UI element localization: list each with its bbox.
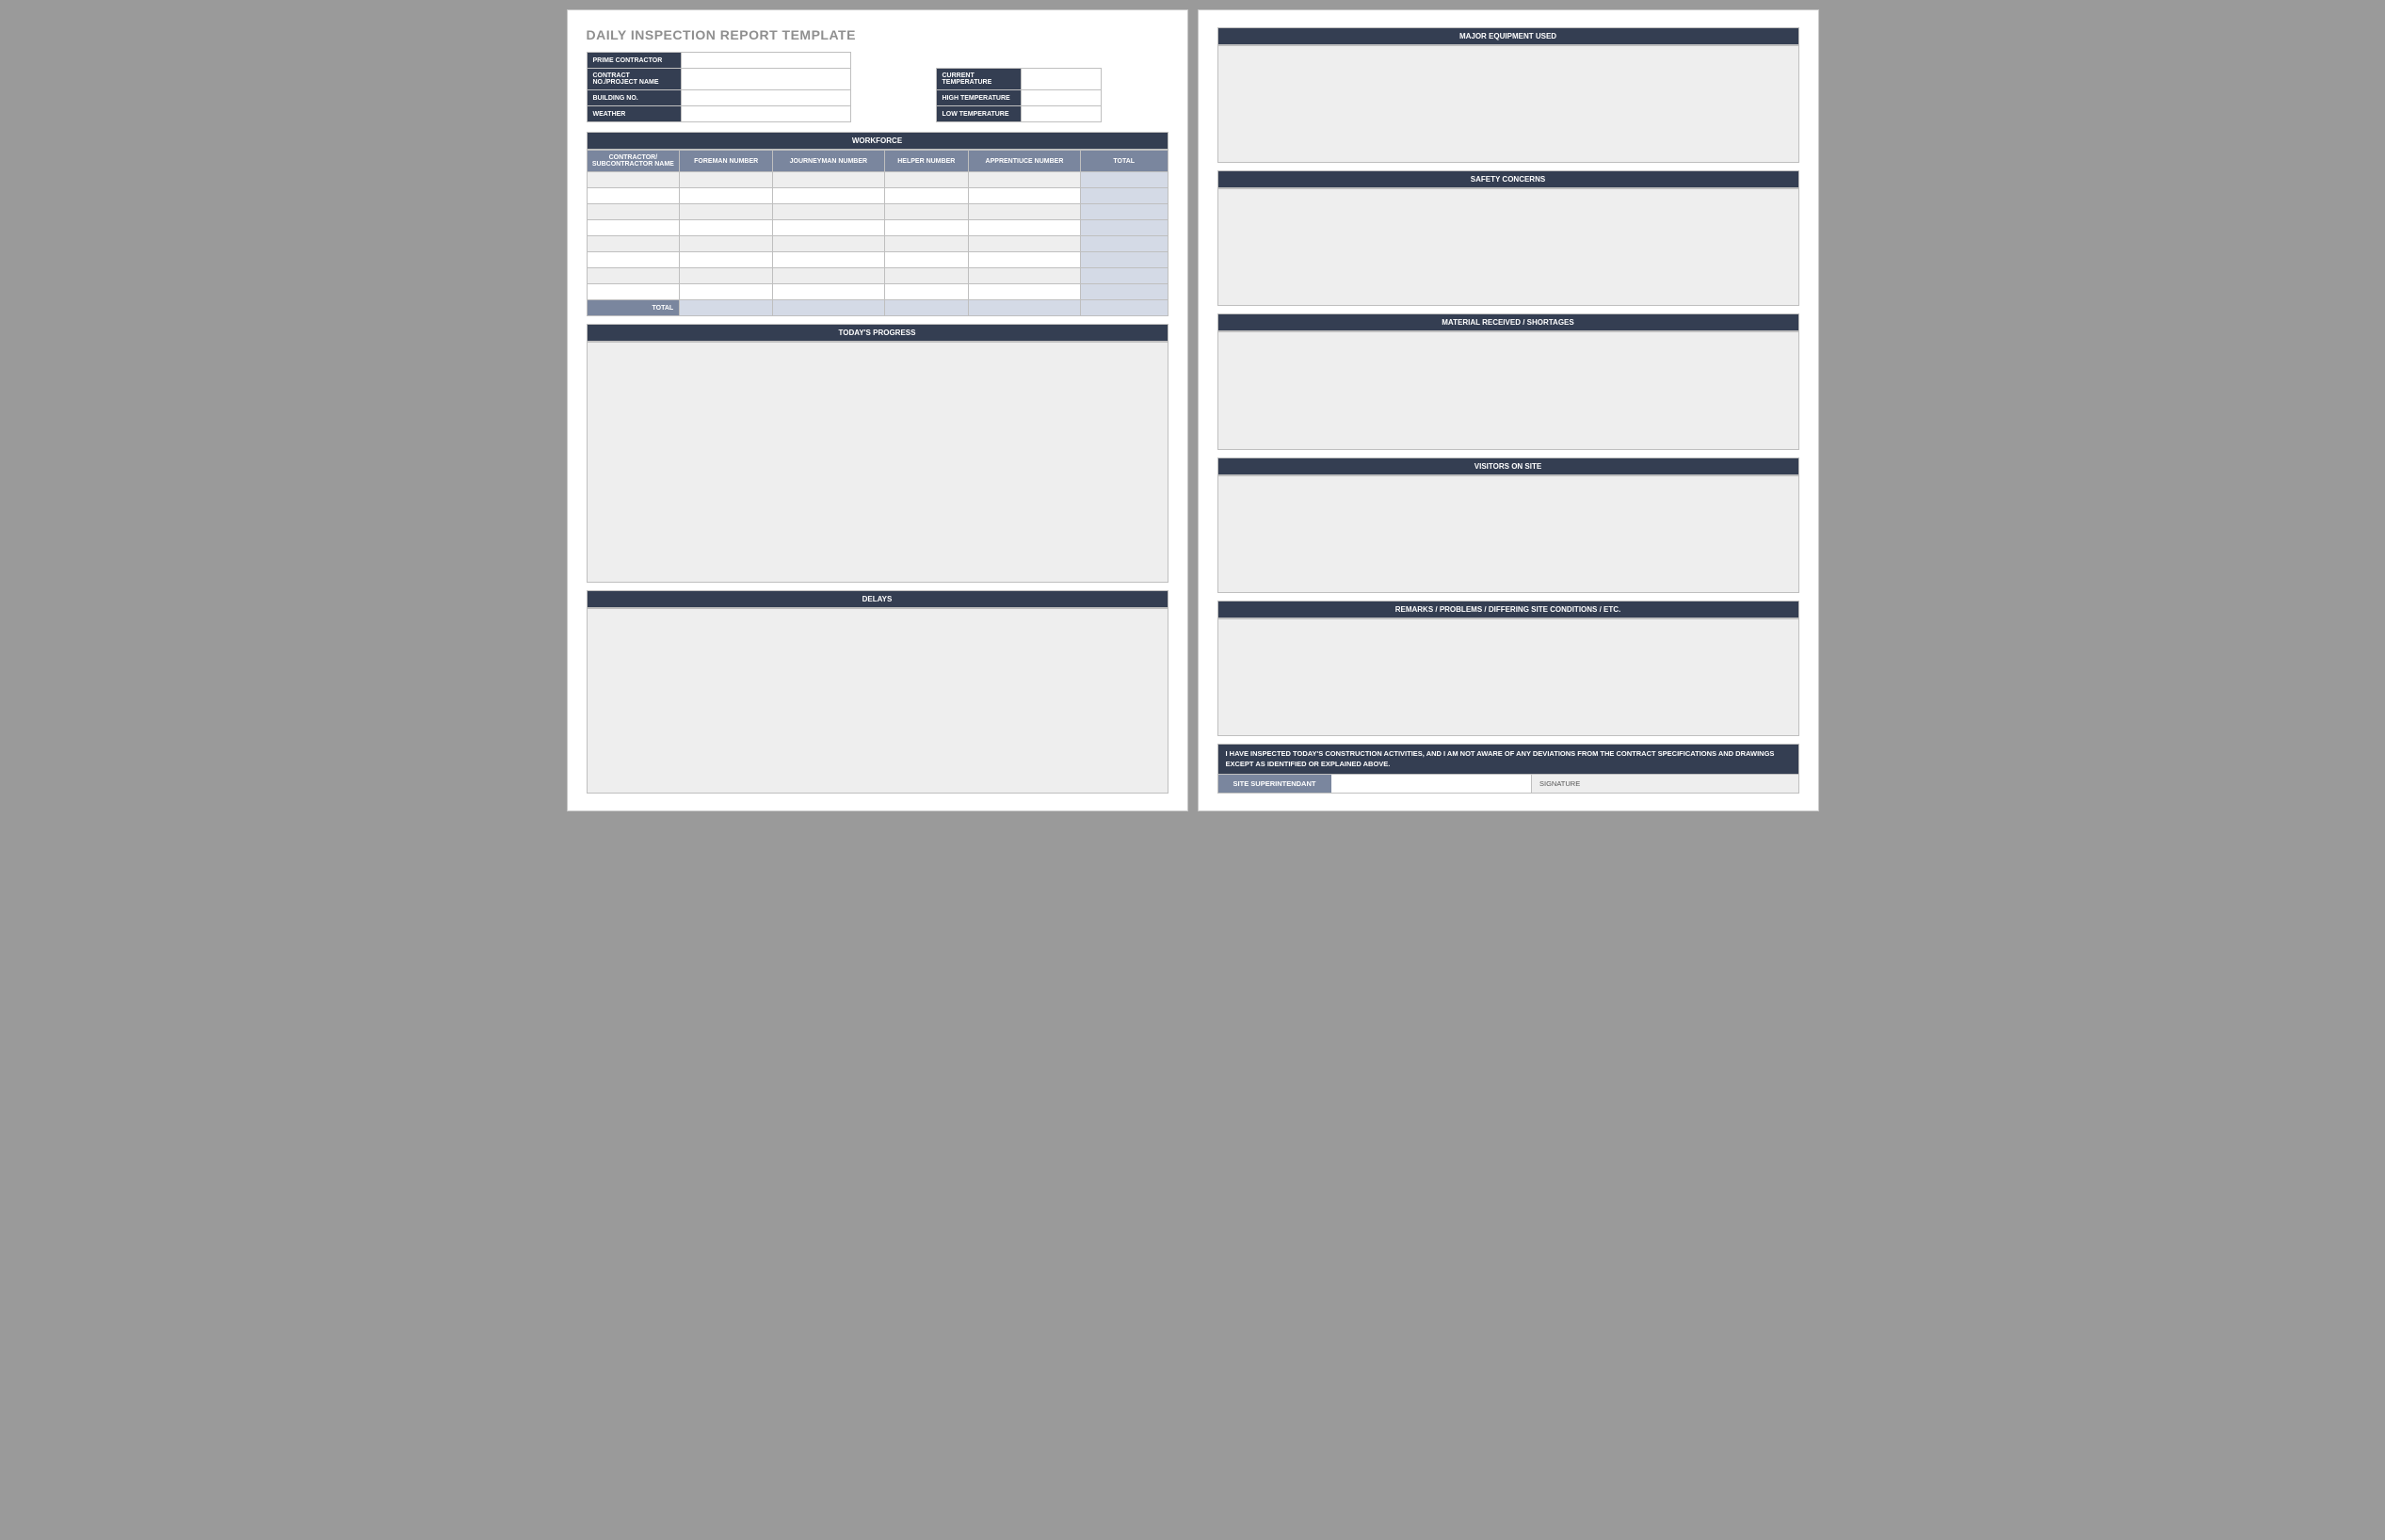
remarks-section: REMARKS / PROBLEMS / DIFFERING SITE COND… <box>1217 601 1799 736</box>
field-value[interactable] <box>681 53 850 69</box>
equipment-content[interactable] <box>1217 45 1799 163</box>
remarks-header: REMARKS / PROBLEMS / DIFFERING SITE COND… <box>1217 601 1799 618</box>
field-label: LOW TEMPERATURE <box>936 106 1021 122</box>
col-header: HELPER NUMBER <box>884 151 968 172</box>
progress-header: TODAY'S PROGRESS <box>587 324 1168 342</box>
table-row <box>587 220 1168 236</box>
progress-content[interactable] <box>587 342 1168 583</box>
material-content[interactable] <box>1217 331 1799 449</box>
visitors-content[interactable] <box>1217 475 1799 593</box>
progress-section: TODAY'S PROGRESS <box>587 324 1168 583</box>
safety-header: SAFETY CONCERNS <box>1217 170 1799 188</box>
field-label: HIGH TEMPERATURE <box>936 90 1021 106</box>
col-header: CONTRACTOR/ SUBCONTRACTOR NAME <box>587 151 680 172</box>
table-row <box>587 268 1168 284</box>
field-label: BUILDING NO. <box>587 90 681 106</box>
safety-section: SAFETY CONCERNS <box>1217 170 1799 306</box>
table-row <box>587 284 1168 300</box>
page-2: MAJOR EQUIPMENT USED SAFETY CONCERNS MAT… <box>1198 9 1819 811</box>
superintendant-field[interactable] <box>1331 775 1533 793</box>
signature-row: SITE SUPERINTENDANT SIGNATURE <box>1217 775 1799 794</box>
total-row: TOTAL <box>587 300 1168 316</box>
signature-field[interactable] <box>1598 775 1798 793</box>
table-row <box>587 236 1168 252</box>
col-header: TOTAL <box>1080 151 1168 172</box>
certification-block: I HAVE INSPECTED TODAY'S CONSTRUCTION AC… <box>1217 744 1799 794</box>
signature-label: SIGNATURE <box>1532 775 1598 793</box>
field-value[interactable] <box>1021 106 1101 122</box>
right-field-table: CURRENT TEMPERATURE HIGH TEMPERATURE LOW… <box>936 68 1102 122</box>
material-section: MATERIAL RECEIVED / SHORTAGES <box>1217 313 1799 449</box>
total-label: TOTAL <box>587 300 680 316</box>
equipment-section: MAJOR EQUIPMENT USED <box>1217 27 1799 163</box>
field-label: CURRENT TEMPERATURE <box>936 69 1021 90</box>
field-value[interactable] <box>1021 90 1101 106</box>
field-label: PRIME CONTRACTOR <box>587 53 681 69</box>
remarks-content[interactable] <box>1217 618 1799 736</box>
col-header: FOREMAN NUMBER <box>680 151 773 172</box>
field-value[interactable] <box>681 90 850 106</box>
left-field-table: PRIME CONTRACTOR CONTRACT NO./PROJECT NA… <box>587 52 851 122</box>
header-fields-row: PRIME CONTRACTOR CONTRACT NO./PROJECT NA… <box>587 52 1168 122</box>
field-value[interactable] <box>681 69 850 90</box>
col-header: JOURNEYMAN NUMBER <box>773 151 884 172</box>
table-row <box>587 172 1168 188</box>
safety-content[interactable] <box>1217 188 1799 306</box>
table-row <box>587 188 1168 204</box>
page-1: DAILY INSPECTION REPORT TEMPLATE PRIME C… <box>567 9 1188 811</box>
visitors-header: VISITORS ON SITE <box>1217 457 1799 475</box>
workforce-header: WORKFORCE <box>587 132 1168 150</box>
table-row <box>587 252 1168 268</box>
superintendant-label: SITE SUPERINTENDANT <box>1218 775 1331 793</box>
visitors-section: VISITORS ON SITE <box>1217 457 1799 593</box>
field-label: CONTRACT NO./PROJECT NAME <box>587 69 681 90</box>
equipment-header: MAJOR EQUIPMENT USED <box>1217 27 1799 45</box>
workforce-table: CONTRACTOR/ SUBCONTRACTOR NAME FOREMAN N… <box>587 150 1168 316</box>
material-header: MATERIAL RECEIVED / SHORTAGES <box>1217 313 1799 331</box>
table-row <box>587 204 1168 220</box>
field-label: WEATHER <box>587 106 681 122</box>
report-title: DAILY INSPECTION REPORT TEMPLATE <box>587 27 1168 42</box>
col-header: APPRENTIUCE NUMBER <box>968 151 1080 172</box>
certification-text: I HAVE INSPECTED TODAY'S CONSTRUCTION AC… <box>1217 744 1799 775</box>
delays-content[interactable] <box>587 608 1168 794</box>
field-value[interactable] <box>681 106 850 122</box>
field-value[interactable] <box>1021 69 1101 90</box>
delays-section: DELAYS <box>587 590 1168 794</box>
delays-header: DELAYS <box>587 590 1168 608</box>
